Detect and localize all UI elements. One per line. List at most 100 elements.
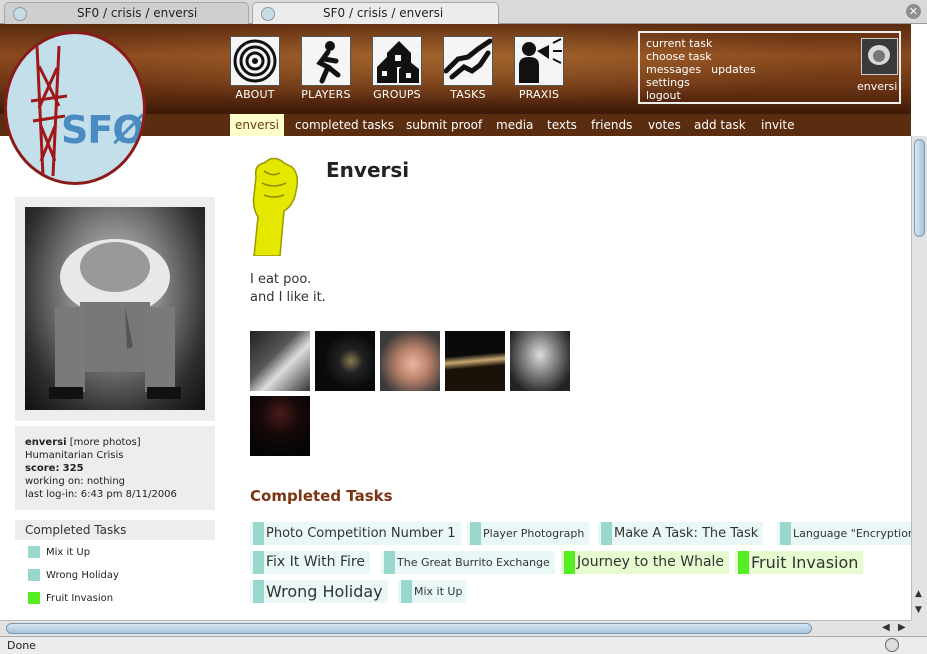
scroll-corner — [911, 620, 927, 636]
security-status-icon[interactable] — [885, 638, 899, 652]
megaphone-icon — [514, 36, 564, 86]
task-chip-label: Make A Task: The Task — [614, 526, 759, 541]
fist-icon — [250, 157, 302, 257]
favicon-icon — [261, 7, 275, 21]
sidebar-completed-title: Completed Tasks — [15, 520, 215, 540]
menu-submit-proof[interactable]: submit proof — [401, 114, 487, 136]
list-item[interactable]: Wrong Holiday — [28, 569, 119, 592]
task-chip[interactable]: Fix It With Fire — [250, 551, 370, 574]
messages-link[interactable]: messages — [646, 63, 701, 76]
status-text: Done — [7, 639, 36, 652]
photo-thumbnail[interactable] — [445, 331, 505, 391]
profile-photo-frame — [15, 197, 215, 421]
more-photos-link[interactable]: [more photos] — [70, 437, 141, 448]
task-chip[interactable]: Photo Competition Number 1 — [250, 522, 461, 545]
nav-groups[interactable]: GROUPS — [371, 36, 423, 101]
task-color-swatch — [384, 551, 395, 574]
task-color-swatch — [738, 551, 749, 574]
task-chip-label: Mix it Up — [414, 585, 463, 598]
group-name[interactable]: Humanitarian Crisis — [25, 449, 205, 462]
scroll-up-icon[interactable]: ▲ — [915, 589, 922, 599]
running-man-icon — [301, 36, 351, 86]
current-task-link[interactable]: current task — [646, 37, 712, 50]
nav-label: GROUPS — [373, 88, 421, 101]
browser-tab-1[interactable]: SF0 / crisis / enversi — [4, 2, 249, 24]
task-chip-label: Fruit Invasion — [751, 553, 859, 572]
menu-invite[interactable]: invite — [756, 114, 799, 136]
task-color-swatch — [601, 522, 612, 545]
score-label: score: — [25, 463, 60, 474]
menu-texts[interactable]: texts — [542, 114, 582, 136]
sf0-logo[interactable]: SFØ — [4, 31, 146, 185]
choose-task-link[interactable]: choose task — [646, 50, 712, 63]
task-chip[interactable]: Wrong Holiday — [250, 580, 388, 603]
task-chip-label: Fix It With Fire — [266, 554, 365, 570]
task-color-swatch — [28, 546, 40, 558]
browser-tab-2[interactable]: SF0 / crisis / enversi — [252, 2, 499, 24]
menu-completed-tasks[interactable]: completed tasks — [290, 114, 399, 136]
profile-name: Enversi — [326, 158, 410, 182]
task-chip[interactable]: Fruit Invasion — [735, 551, 864, 574]
nav-praxis[interactable]: PRAXIS — [513, 36, 565, 101]
scrollbar-thumb[interactable] — [6, 623, 812, 634]
tab-label: SF0 / crisis / enversi — [77, 6, 198, 20]
task-chip[interactable]: Make A Task: The Task — [598, 522, 764, 545]
status-bar: Done — [0, 636, 927, 654]
menu-votes[interactable]: votes — [643, 114, 686, 136]
logo-text: SFØ — [61, 108, 144, 152]
nav-label: ABOUT — [235, 88, 275, 101]
menu-enversi[interactable]: enversi — [230, 114, 284, 136]
list-item[interactable]: Mix it Up — [28, 546, 119, 569]
user-avatar[interactable] — [861, 38, 898, 75]
profile-username: enversi — [25, 437, 67, 448]
user-panel: current task choose task messages updates… — [638, 31, 901, 104]
bio-line: and I like it. — [250, 290, 326, 305]
score-value: 325 — [62, 463, 84, 474]
photo-thumbnail[interactable] — [380, 331, 440, 391]
task-label: Wrong Holiday — [46, 570, 119, 581]
updates-link[interactable]: updates — [711, 63, 756, 76]
task-color-swatch — [253, 522, 264, 545]
task-color-swatch — [780, 522, 791, 545]
task-label: Fruit Invasion — [46, 593, 114, 604]
photo-thumbnail[interactable] — [250, 396, 310, 456]
completed-tasks-heading: Completed Tasks — [250, 487, 393, 505]
tab-label: SF0 / crisis / enversi — [323, 6, 444, 20]
logout-link[interactable]: logout — [646, 89, 681, 102]
scroll-right-icon[interactable]: ▶ — [898, 622, 906, 633]
menu-media[interactable]: media — [491, 114, 538, 136]
task-chip[interactable]: The Great Burrito Exchange — [381, 551, 555, 574]
nav-tasks[interactable]: TASKS — [442, 36, 494, 101]
horizontal-scrollbar[interactable]: ◀ ▶ — [0, 620, 911, 636]
settings-link[interactable]: settings — [646, 76, 690, 89]
task-chip[interactable]: Mix it Up — [398, 580, 468, 603]
vertical-scrollbar[interactable]: ▲ ▼ — [911, 136, 927, 620]
nav-about[interactable]: ABOUT — [229, 36, 281, 101]
list-item[interactable]: Fruit Invasion — [28, 592, 119, 615]
menu-friends[interactable]: friends — [586, 114, 637, 136]
header-username[interactable]: enversi — [857, 80, 897, 93]
sidebar-completed-list: Mix it Up Wrong Holiday Fruit Invasion — [28, 546, 119, 615]
task-color-swatch — [253, 551, 264, 574]
nav-players[interactable]: PLAYERS — [300, 36, 352, 101]
scroll-left-icon[interactable]: ◀ — [882, 622, 890, 633]
scroll-down-icon[interactable]: ▼ — [915, 605, 922, 615]
scrollbar-thumb[interactable] — [914, 139, 925, 237]
photo-thumbnail[interactable] — [315, 331, 375, 391]
task-color-swatch — [470, 522, 481, 545]
last-login: last log-in: 6:43 pm 8/11/2006 — [25, 489, 177, 500]
bio-line: I eat poo. — [250, 272, 312, 287]
handshake-icon — [443, 36, 493, 86]
nav-label: PRAXIS — [518, 88, 560, 101]
task-color-swatch — [28, 592, 40, 604]
photo-thumbnail[interactable] — [250, 331, 310, 391]
task-chip[interactable]: Player Photograph — [467, 522, 590, 545]
task-chip[interactable]: Journey to the Whale — [561, 551, 730, 574]
close-tab-icon[interactable]: ✕ — [906, 4, 921, 19]
task-chip-label: Wrong Holiday — [266, 582, 383, 601]
photo-thumbnail[interactable] — [510, 331, 570, 391]
task-chip[interactable]: Language "Encryption — [777, 522, 911, 545]
profile-info: enversi [more photos] Humanitarian Crisi… — [15, 426, 215, 510]
menu-add-task[interactable]: add task — [689, 114, 751, 136]
profile-photo[interactable] — [25, 207, 205, 410]
